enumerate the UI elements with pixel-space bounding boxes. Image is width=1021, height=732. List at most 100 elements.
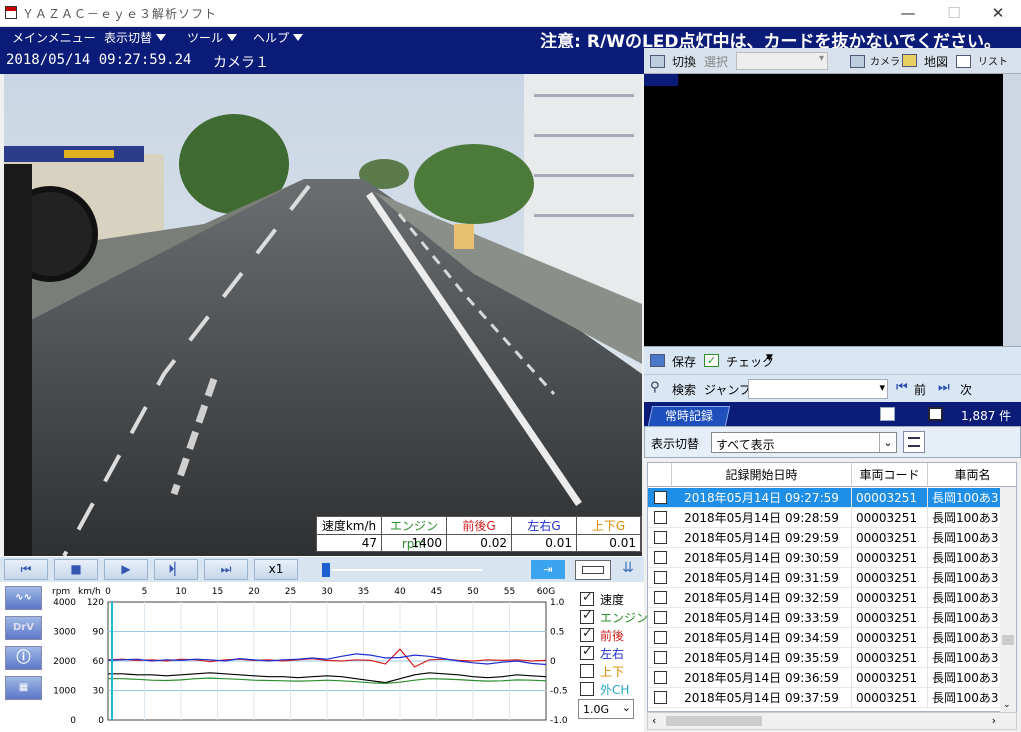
table-row[interactable]: 2018年05月14日 09:31:59 00003251 長岡100あ3 [648, 568, 1016, 588]
g-range-select[interactable]: 1.0G ⌄ [578, 699, 634, 719]
table-row[interactable]: 2018年05月14日 09:35:59 00003251 長岡100あ3 [648, 648, 1016, 668]
map-icon[interactable] [902, 54, 917, 67]
table-row[interactable]: 2018年05月14日 09:36:59 00003251 長岡100あ3 [648, 668, 1016, 688]
scroll-down-icon[interactable]: ⌄ [1003, 700, 1011, 710]
list-label[interactable]: リスト [978, 53, 1008, 68]
menu-main[interactable]: メインメニュー [12, 29, 96, 46]
dropdown-triangle-icon [293, 34, 304, 41]
row-checkbox[interactable] [654, 571, 667, 584]
header-vehicle-name[interactable]: 車両名 [928, 463, 1016, 487]
menu-help[interactable]: ヘルプ [253, 29, 304, 46]
window-title: ＹＡＺＡＣ－ｅｙｅ３解析ソフト [22, 7, 218, 21]
video-frame[interactable] [4, 74, 642, 556]
legend-checkbox[interactable] [580, 608, 594, 624]
camera-label[interactable]: カメラ [870, 53, 900, 68]
camera-icon[interactable] [850, 55, 865, 68]
camera-switch-icon[interactable] [650, 55, 665, 68]
filter-select[interactable]: すべて表示 ⌄ [711, 432, 897, 453]
panel-layout-icon[interactable]: ▦ [5, 676, 42, 700]
drv-button[interactable]: DrV [5, 616, 42, 640]
legend-checkbox[interactable] [580, 664, 594, 678]
skip-start-button[interactable]: ⏮ [4, 559, 48, 580]
switch-label[interactable]: 切換 [672, 53, 696, 70]
tab-regular-recording[interactable]: 常時記録 [647, 406, 731, 426]
frame-advance-button[interactable]: ⇥ [531, 560, 565, 579]
close-button[interactable]: ✕ [975, 0, 1021, 27]
seek-track[interactable] [332, 569, 482, 571]
legend-checkbox[interactable] [580, 590, 594, 606]
table-cell: 00003251 [852, 568, 928, 588]
menu-display[interactable]: 表示切替 [104, 29, 167, 46]
save-icon[interactable] [650, 354, 665, 367]
row-checkbox[interactable] [654, 491, 667, 504]
kmh-tick-label: 0 [98, 716, 104, 726]
row-checkbox[interactable] [654, 651, 667, 664]
stop-button[interactable]: ■ [54, 559, 98, 580]
table-row[interactable]: 2018年05月14日 09:29:59 00003251 長岡100あ3 [648, 528, 1016, 548]
column-settings-icon[interactable] [903, 431, 925, 453]
jump-input[interactable]: ▾ [748, 379, 888, 399]
row-checkbox[interactable] [654, 591, 667, 604]
row-checkbox[interactable] [654, 551, 667, 564]
legend-checkbox[interactable] [580, 626, 594, 642]
table-row[interactable]: 2018年05月14日 09:27:59 00003251 長岡100あ3 [648, 488, 1016, 508]
list-icon[interactable] [956, 55, 971, 68]
records-tab-strip: 常時記録 1,887 件 [644, 402, 1021, 426]
screen-mode-button[interactable] [575, 560, 611, 580]
export-list-icon[interactable] [880, 407, 895, 421]
maximize-button[interactable]: ☐ [931, 0, 977, 27]
seek-thumb[interactable] [322, 563, 330, 577]
scroll-right-icon[interactable]: › [992, 714, 996, 727]
header-start-time[interactable]: 記録開始日時 [672, 463, 852, 487]
waveform-icon[interactable]: ∿∿ [5, 586, 42, 610]
header-vehicle-code[interactable]: 車両コード [852, 463, 928, 487]
playback-controls: ⏮ ■ ▶ ⏵▏ ⏭ x1 ⇥ ⇊ [0, 556, 644, 582]
table-row[interactable]: 2018年05月14日 09:37:59 00003251 長岡100あ3 [648, 688, 1016, 708]
menu-bar: メインメニュー 表示切替 ツール ヘルプ 注意: R/WのLED点灯中は、カード… [0, 27, 1021, 52]
row-checkbox[interactable] [654, 511, 667, 524]
time-tick-label: 30 [321, 587, 333, 597]
step-forward-button[interactable]: ⏵▏ [154, 559, 198, 580]
table-row[interactable]: 2018年05月14日 09:28:59 00003251 長岡100あ3 [648, 508, 1016, 528]
next-label[interactable]: 次 [960, 381, 972, 398]
table-row[interactable]: 2018年05月14日 09:32:59 00003251 長岡100あ3 [648, 588, 1016, 608]
video-timestamp: 2018/05/14 09:27:59.24 [6, 52, 192, 68]
skip-end-button[interactable]: ⏭ [204, 559, 248, 580]
save-label[interactable]: 保存 [672, 353, 696, 370]
camera-select-dropdown[interactable]: ▾ [736, 52, 828, 70]
table-vertical-scrollbar[interactable]: ⌄ [1000, 487, 1016, 712]
legend-checkbox[interactable] [580, 682, 594, 696]
prev-icon[interactable]: ⏮ [896, 380, 908, 395]
prev-label[interactable]: 前 [914, 381, 926, 398]
row-checkbox[interactable] [654, 691, 667, 704]
window-toggle-icon[interactable] [928, 407, 943, 421]
table-horizontal-scrollbar[interactable]: ‹ › [647, 712, 1017, 730]
kmh-unit-label: km/h [78, 587, 101, 597]
minimize-button[interactable]: — [885, 0, 931, 27]
info-icon[interactable]: ⓘ [5, 646, 42, 670]
table-cell: 2018年05月14日 09:33:59 [672, 608, 852, 628]
play-button[interactable]: ▶ [104, 559, 148, 580]
row-checkbox[interactable] [654, 631, 667, 644]
search-label[interactable]: 検索 [672, 381, 696, 398]
scroll-thumb[interactable] [666, 716, 762, 726]
table-row[interactable]: 2018年05月14日 09:30:59 00003251 長岡100あ3 [648, 548, 1016, 568]
table-cell: 00003251 [852, 608, 928, 628]
table-row[interactable]: 2018年05月14日 09:33:59 00003251 長岡100あ3 [648, 608, 1016, 628]
speed-button[interactable]: x1 [254, 559, 298, 580]
menu-display-label: 表示切替 [104, 31, 153, 45]
check-icon[interactable]: ✓ [704, 354, 719, 367]
export-icon[interactable]: ⇊ [616, 560, 640, 580]
row-checkbox[interactable] [654, 671, 667, 684]
table-cell: 2018年05月14日 09:35:59 [672, 648, 852, 668]
map-label[interactable]: 地図 [924, 53, 948, 70]
menu-tools[interactable]: ツール [187, 29, 238, 46]
legend-checkbox[interactable] [580, 644, 594, 660]
row-checkbox[interactable] [654, 531, 667, 544]
check-dropdown-icon[interactable]: ▼ [766, 353, 773, 363]
g-tick-label: -1.0 [550, 716, 568, 726]
table-row[interactable]: 2018年05月14日 09:34:59 00003251 長岡100あ3 [648, 628, 1016, 648]
scroll-left-icon[interactable]: ‹ [652, 714, 656, 727]
next-icon[interactable]: ⏭ [938, 380, 950, 395]
row-checkbox[interactable] [654, 611, 667, 624]
